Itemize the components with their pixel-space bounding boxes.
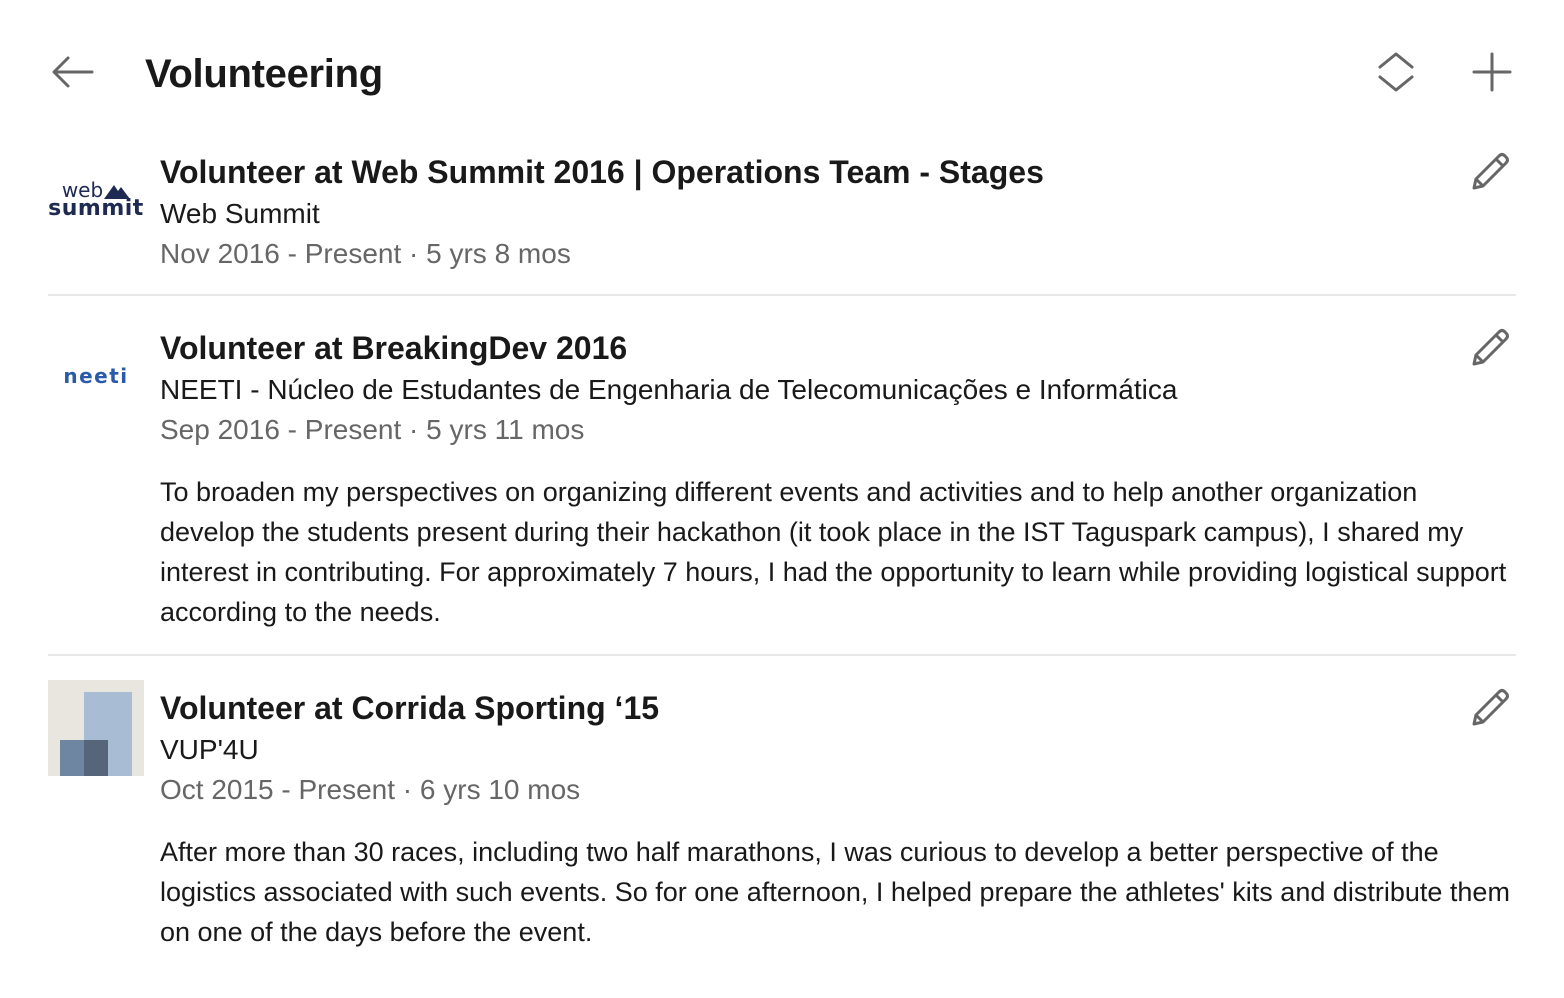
neeti-logo: neeti [48, 328, 144, 424]
entry-content: Volunteer at Corrida Sporting ‘15 VUP'4U… [160, 688, 1510, 952]
page-title: Volunteering [145, 52, 383, 96]
edit-button[interactable] [1464, 146, 1516, 198]
placeholder-company-icon [48, 680, 144, 776]
volunteering-panel: Volunteering web summit Volunteer at Web… [0, 0, 1564, 998]
entry-role: Volunteer at BreakingDev 2016 [160, 330, 628, 366]
plus-icon [1472, 52, 1512, 92]
header: Volunteering [0, 0, 1564, 130]
logo-text: summit [48, 196, 144, 221]
volunteer-entry: Volunteer at Corrida Sporting ‘15 VUP'4U… [48, 680, 1516, 978]
placeholder-company-icon [48, 680, 144, 776]
entry-role: Volunteer at Corrida Sporting ‘15 [160, 690, 660, 726]
divider [48, 294, 1516, 296]
entry-organization: Web Summit [160, 198, 320, 229]
entry-content: Volunteer at BreakingDev 2016 NEETI - Nú… [160, 328, 1506, 632]
arrow-left-icon [52, 56, 94, 88]
edit-button[interactable] [1464, 682, 1516, 734]
entry-dates: Nov 2016 - Present · 5 yrs 8 mos [160, 238, 571, 269]
volunteer-entry: neeti Volunteer at BreakingDev 2016 NEET… [48, 328, 1516, 638]
entry-dates: Sep 2016 - Present · 5 yrs 11 mos [160, 414, 585, 445]
reorder-icon [1378, 52, 1414, 92]
pencil-icon [1472, 329, 1509, 366]
logo-text: neeti [63, 364, 129, 388]
entry-dates: Oct 2015 - Present · 6 yrs 10 mos [160, 774, 581, 805]
edit-button[interactable] [1464, 322, 1516, 374]
web-summit-logo: web summit [48, 152, 144, 248]
pencil-icon [1472, 153, 1509, 190]
entry-content: Volunteer at Web Summit 2016 | Operation… [160, 152, 1400, 272]
entry-organization: VUP'4U [160, 734, 259, 765]
reorder-button[interactable] [1370, 46, 1422, 98]
entry-description: After more than 30 races, including two … [160, 837, 1510, 947]
entry-role: Volunteer at Web Summit 2016 | Operation… [160, 154, 1044, 190]
entry-organization: NEETI - Núcleo de Estudantes de Engenhar… [160, 374, 1178, 405]
back-button[interactable] [44, 46, 100, 98]
add-button[interactable] [1466, 46, 1518, 98]
entry-description: To broaden my perspectives on organizing… [160, 477, 1507, 627]
volunteer-entry: web summit Volunteer at Web Summit 2016 … [48, 152, 1516, 282]
divider [48, 654, 1516, 656]
pencil-icon [1472, 689, 1509, 726]
